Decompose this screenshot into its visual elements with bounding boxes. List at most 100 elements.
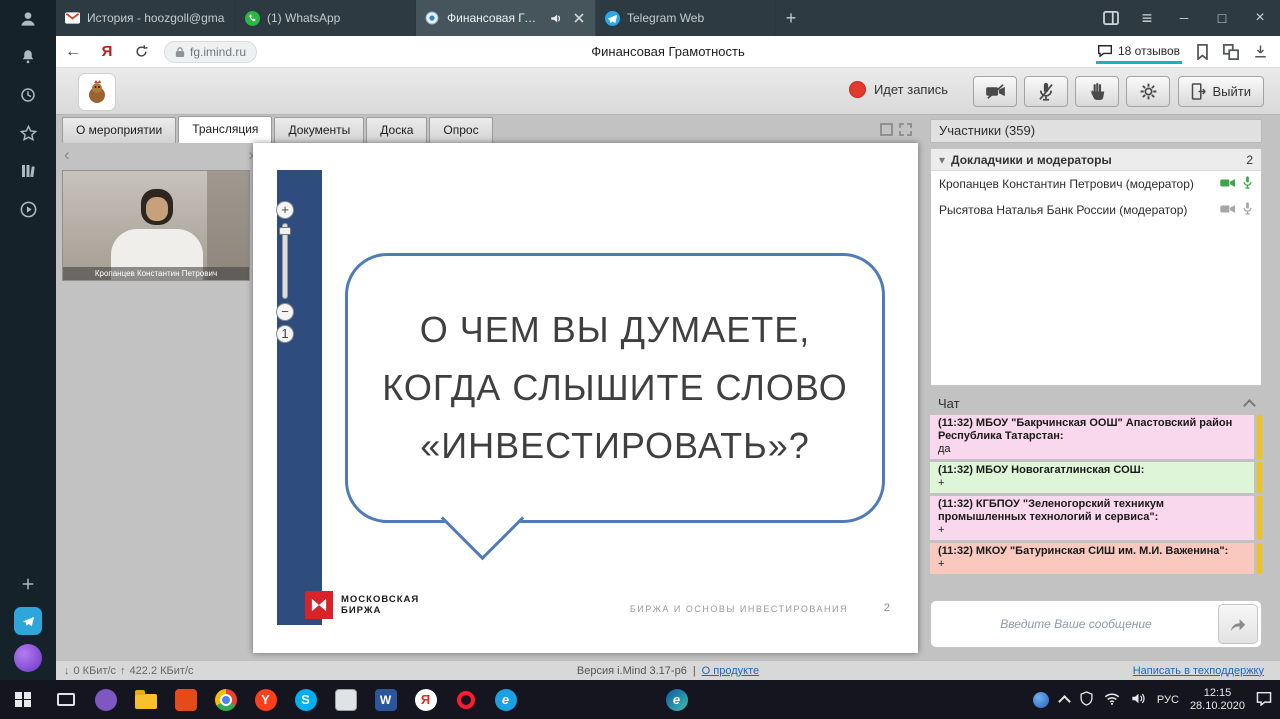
exit-button[interactable]: Выйти xyxy=(1178,76,1265,107)
chat-message-list[interactable]: (11:32) МБОУ "Бакрчинская ООШ" Апастовск… xyxy=(930,415,1262,593)
zoom-reset-button[interactable]: 1 xyxy=(276,325,294,343)
profile-icon[interactable] xyxy=(0,0,56,38)
participant-row[interactable]: Рысятова Наталья Банк России (модератор) xyxy=(931,197,1261,223)
group-count: 2 xyxy=(1246,153,1253,167)
notification-center-icon[interactable] xyxy=(1256,691,1272,709)
maximize-button[interactable]: □ xyxy=(1204,0,1240,36)
tray-app-icon[interactable] xyxy=(1033,692,1049,708)
close-button[interactable]: × xyxy=(1242,0,1278,36)
collapse-triangle-icon[interactable]: ▾ xyxy=(939,153,945,167)
restore-layout-icon[interactable] xyxy=(880,123,893,136)
address-bar[interactable]: fg.imind.ru xyxy=(164,41,257,63)
mic-toggle-button[interactable] xyxy=(1024,76,1068,107)
tab-title: Telegram Web xyxy=(627,11,767,25)
raise-hand-button[interactable] xyxy=(1075,76,1119,107)
skype-icon[interactable]: S xyxy=(292,686,319,713)
yandex-icon[interactable]: Y xyxy=(252,686,279,713)
keyboard-language[interactable]: РУС xyxy=(1157,694,1179,706)
tab-audio-icon[interactable] xyxy=(548,10,564,26)
bookmark-flag-icon[interactable] xyxy=(1196,44,1209,60)
bookmarks-star-icon[interactable] xyxy=(0,114,56,152)
video-caption: Кропанцев Константин Петрович xyxy=(63,267,249,280)
internet-explorer-icon[interactable]: e xyxy=(492,686,519,713)
speakers-group-header[interactable]: ▾ Докладчики и модераторы 2 xyxy=(931,149,1261,171)
slide-text-line: «ИНВЕСТИРОВАТЬ»? xyxy=(420,417,809,475)
unread-marker xyxy=(1257,496,1262,540)
reading-list-icon[interactable] xyxy=(0,152,56,190)
network-wifi-icon[interactable] xyxy=(1104,692,1120,708)
opera-icon[interactable] xyxy=(452,686,479,713)
windows-start-button[interactable] xyxy=(0,680,46,719)
imind-logo xyxy=(78,73,116,111)
browser-tab-imind[interactable]: Финансовая Грамот xyxy=(416,0,596,36)
notifications-bell-icon[interactable] xyxy=(0,38,56,76)
camera-toggle-button[interactable] xyxy=(973,76,1017,107)
comment-icon xyxy=(1098,45,1112,57)
word-icon[interactable]: W xyxy=(372,686,399,713)
send-message-button[interactable] xyxy=(1218,604,1258,644)
zoom-slider[interactable] xyxy=(282,223,288,299)
about-product-link[interactable]: О продукте xyxy=(702,665,759,677)
minimize-button[interactable]: ─ xyxy=(1166,0,1202,36)
edge-icon[interactable]: e xyxy=(663,686,690,713)
reload-button[interactable] xyxy=(124,36,158,68)
chat-message-text: + xyxy=(938,558,1246,571)
tab-poll[interactable]: Опрос xyxy=(429,117,492,143)
tray-chevron-up-icon[interactable] xyxy=(1058,695,1071,708)
imind-app: Идет запись Выйти xyxy=(56,68,1280,680)
tab-panel-icon[interactable] xyxy=(1094,0,1128,36)
chat-message-text: + xyxy=(938,524,1246,537)
speaker-video-thumbnail[interactable]: Кропанцев Константин Петрович xyxy=(62,170,250,281)
fullscreen-icon[interactable] xyxy=(899,123,912,136)
app-icon-red[interactable] xyxy=(172,686,199,713)
tab-broadcast[interactable]: Трансляция xyxy=(178,116,272,143)
tab-about-event[interactable]: О мероприятии xyxy=(62,117,176,143)
browser-tab-whatsapp[interactable]: (1) WhatsApp xyxy=(236,0,416,36)
yandex-home-button[interactable]: Я xyxy=(90,36,124,68)
alice-icon[interactable] xyxy=(14,644,42,672)
meeting-toolbar: Идет запись Выйти xyxy=(56,68,1280,115)
tab-documents[interactable]: Документы xyxy=(274,117,364,143)
menu-icon[interactable]: ≡ xyxy=(1130,0,1164,36)
imind-icon xyxy=(424,10,440,26)
downloads-icon[interactable] xyxy=(1253,44,1268,59)
collections-icon[interactable] xyxy=(1223,44,1239,60)
chat-input[interactable] xyxy=(934,604,1218,644)
zoom-out-button[interactable]: − xyxy=(276,303,294,321)
mail-app-icon[interactable] xyxy=(332,686,359,713)
video-player-icon[interactable] xyxy=(0,190,56,228)
browser-tab-telegram[interactable]: Telegram Web xyxy=(596,0,776,36)
settings-gear-icon[interactable] xyxy=(1126,76,1170,107)
task-view-icon[interactable] xyxy=(52,686,79,713)
prev-video-chevron[interactable]: ‹ xyxy=(64,148,70,162)
new-tab-button[interactable]: + xyxy=(776,0,806,36)
navbar-right: 18 отзывов xyxy=(1096,39,1280,64)
chat-message: (11:32) КГБПОУ "Зеленогорский техникум п… xyxy=(930,496,1262,540)
yandex-browser-icon[interactable]: Я xyxy=(412,686,439,713)
tab-close-icon[interactable] xyxy=(571,10,587,26)
support-link[interactable]: Написать в техподдержку xyxy=(1133,665,1264,677)
collapse-chat-icon[interactable] xyxy=(1243,399,1256,412)
participant-row[interactable]: Кропанцев Константин Петрович (модератор… xyxy=(931,171,1261,197)
reviews-button[interactable]: 18 отзывов xyxy=(1096,39,1182,64)
add-panel-icon[interactable] xyxy=(19,575,37,598)
volume-icon[interactable] xyxy=(1131,692,1146,708)
history-clock-icon[interactable] xyxy=(0,76,56,114)
right-panel: Участники (359) ▾ Докладчики и модератор… xyxy=(930,119,1262,659)
taskbar-clock[interactable]: 12:15 28.10.2020 xyxy=(1190,687,1245,713)
chat-message: (11:32) МБОУ Новогагатлинская СОШ: + xyxy=(930,462,1262,493)
recording-label: Идет запись xyxy=(874,82,948,97)
chrome-icon[interactable] xyxy=(212,686,239,713)
browser-tab-gmail[interactable]: История - hoozgoll@gma xyxy=(56,0,236,36)
tab-whiteboard[interactable]: Доска xyxy=(366,117,427,143)
recording-status: Идет запись xyxy=(849,81,948,98)
zoom-slider-handle[interactable] xyxy=(279,227,291,235)
zoom-in-button[interactable]: + xyxy=(276,201,294,219)
security-shield-icon[interactable] xyxy=(1080,691,1093,709)
chat-message-author: (11:32) МБОУ "Бакрчинская ООШ" Апастовск… xyxy=(938,417,1246,443)
app-icon-purple[interactable] xyxy=(92,686,119,713)
file-explorer-icon[interactable] xyxy=(132,686,159,713)
back-button[interactable]: ← xyxy=(56,36,90,68)
telegram-sidebar-icon[interactable] xyxy=(14,607,42,635)
page-title: Финансовая Грамотность xyxy=(591,44,745,59)
